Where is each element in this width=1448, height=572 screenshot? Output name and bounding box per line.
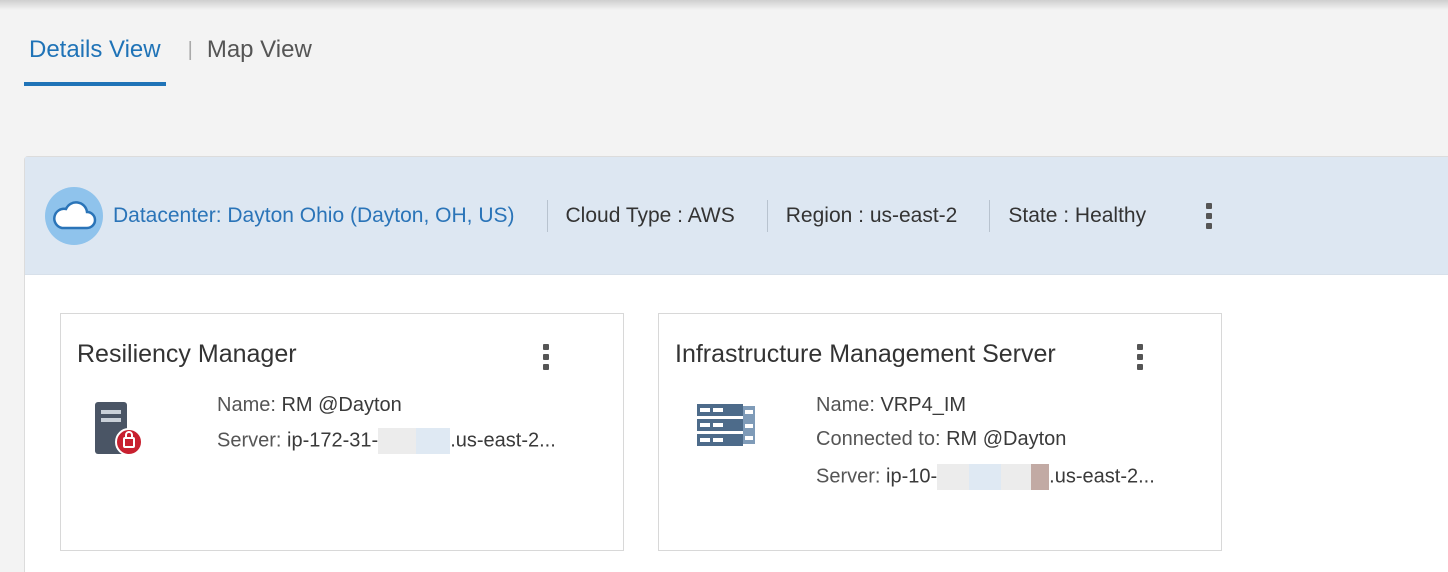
redacted-block <box>937 464 970 490</box>
datacenter-name[interactable]: Datacenter: Dayton Ohio (Dayton, OH, US) <box>113 204 515 228</box>
card-more-icon[interactable] <box>1131 342 1149 372</box>
tab-separator: | <box>187 39 193 61</box>
server-row: Server: ip-10- .us-east-2... <box>816 464 1155 490</box>
server-suffix: .us-east-2... <box>450 429 556 452</box>
view-tabs: Details View | Map View <box>24 34 312 86</box>
card-more-icon[interactable] <box>537 342 555 372</box>
server-row: Server: ip-172-31- .us-east-2... <box>217 428 556 454</box>
name-label: Name: <box>217 394 276 416</box>
tab-details-view[interactable]: Details View <box>24 34 166 86</box>
connected-value: RM @Dayton <box>946 428 1067 450</box>
top-shadow <box>0 0 1448 10</box>
connected-row: Connected to: RM @Dayton <box>816 428 1066 451</box>
tab-map-view[interactable]: Map View <box>207 34 312 66</box>
resiliency-manager-card[interactable]: Resiliency Manager Name: RM @Dayton Serv… <box>60 313 624 551</box>
card-title: Resiliency Manager <box>77 340 297 368</box>
server-prefix: ip-10- <box>886 465 938 488</box>
page: Details View | Map View Datacenter: Dayt… <box>0 0 1448 572</box>
divider <box>989 199 991 232</box>
redacted-block <box>969 464 1002 490</box>
connected-label: Connected to: <box>816 428 941 450</box>
infrastructure-management-server-card[interactable]: Infrastructure Management Server Name: V… <box>658 313 1222 551</box>
name-row: Name: VRP4_IM <box>816 394 966 417</box>
redacted-block <box>416 428 451 454</box>
state: State : Healthy <box>1008 203 1147 227</box>
divider <box>546 199 548 232</box>
resiliency-manager-server-icon <box>91 400 147 465</box>
name-label: Name: <box>816 394 875 416</box>
cloud-type: Cloud Type : AWS <box>565 203 735 227</box>
datacenter-header: Datacenter: Dayton Ohio (Dayton, OH, US)… <box>25 157 1448 275</box>
divider <box>766 199 768 232</box>
server-suffix: .us-east-2... <box>1049 465 1155 488</box>
redacted-block <box>1031 464 1050 490</box>
redacted-block <box>1001 464 1032 490</box>
card-title: Infrastructure Management Server <box>675 340 1056 368</box>
server-label: Server: <box>816 465 881 488</box>
name-value: RM @Dayton <box>281 394 402 416</box>
datacenter-panel: Datacenter: Dayton Ohio (Dayton, OH, US)… <box>24 156 1448 572</box>
cloud-icon <box>45 186 103 245</box>
name-value: VRP4_IM <box>880 394 967 416</box>
server-rack-icon <box>695 402 757 457</box>
redacted-block <box>378 428 417 454</box>
region: Region : us-east-2 <box>785 203 958 227</box>
server-prefix: ip-172-31- <box>287 429 379 452</box>
server-label: Server: <box>217 429 282 452</box>
name-row: Name: RM @Dayton <box>217 394 402 417</box>
datacenter-more-icon[interactable] <box>1200 201 1218 231</box>
